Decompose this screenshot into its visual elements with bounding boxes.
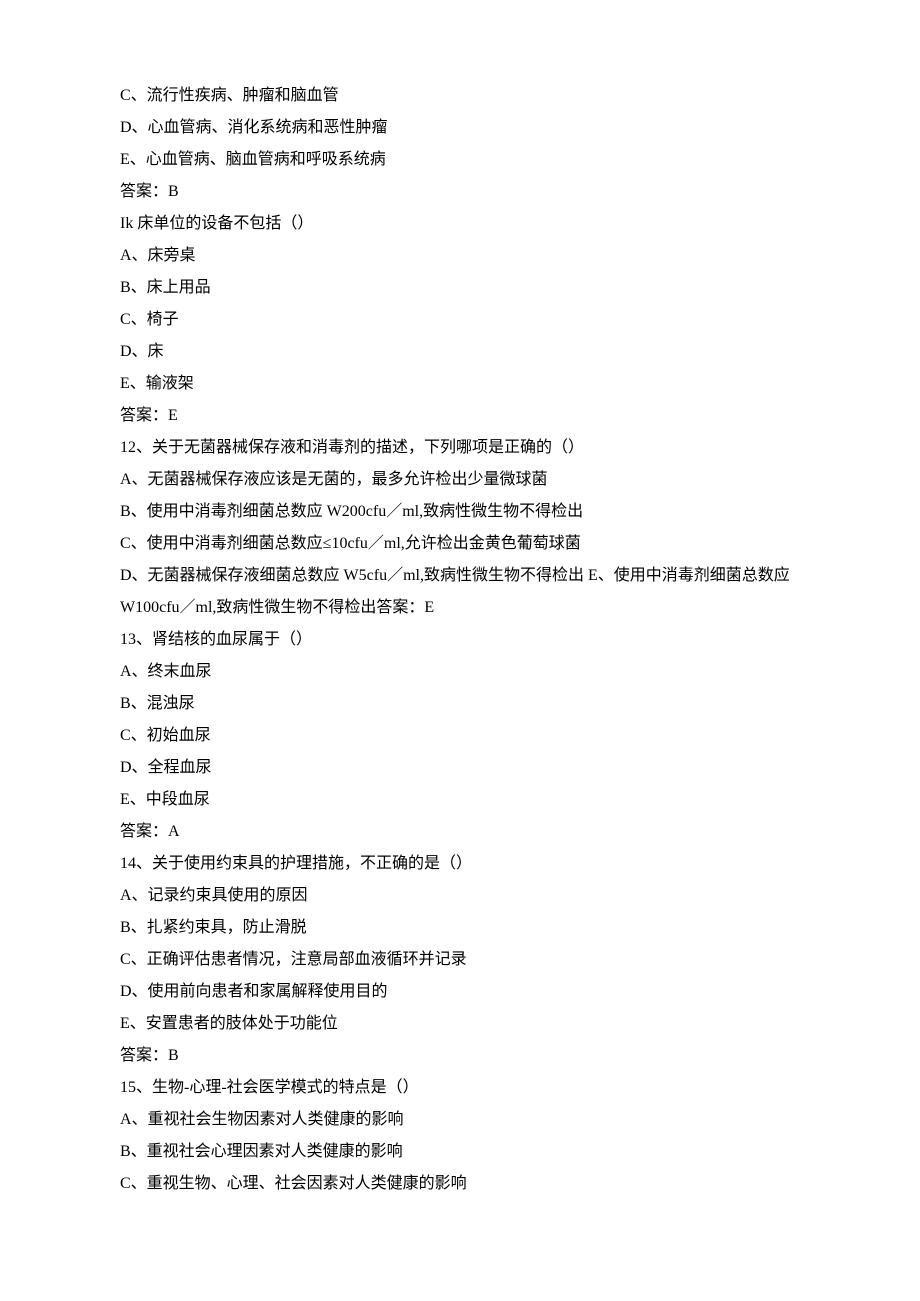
- q15-option-a: A、重视社会生物因素对人类健康的影响: [120, 1104, 800, 1136]
- q13-option-a: A、终末血尿: [120, 656, 800, 688]
- q13-option-d: D、全程血尿: [120, 752, 800, 784]
- q11-answer: 答案：E: [120, 400, 800, 432]
- document-page: C、流行性疾病、肿瘤和脑血管 D、心血管病、消化系统病和恶性肿瘤 E、心血管病、…: [0, 0, 920, 1280]
- q14-option-a: A、记录约束具使用的原因: [120, 880, 800, 912]
- q15-option-c: C、重视生物、心理、社会因素对人类健康的影响: [120, 1168, 800, 1200]
- q11-option-c: C、椅子: [120, 304, 800, 336]
- q11-option-a: A、床旁桌: [120, 240, 800, 272]
- q14-option-c: C、正确评估患者情况，注意局部血液循环并记录: [120, 944, 800, 976]
- q13-stem: 13、肾结核的血尿属于（）: [120, 624, 800, 656]
- q12-stem: 12、关于无菌器械保存液和消毒剂的描述，下列哪项是正确的（）: [120, 432, 800, 464]
- q12-option-c: C、使用中消毒剂细菌总数应≤10cfu／ml,允许检出金黄色葡萄球菌: [120, 528, 800, 560]
- q13-option-e: E、中段血尿: [120, 784, 800, 816]
- q13-option-c: C、初始血尿: [120, 720, 800, 752]
- q14-answer: 答案：B: [120, 1040, 800, 1072]
- q10-option-d: D、心血管病、消化系统病和恶性肿瘤: [120, 112, 800, 144]
- q10-answer: 答案：B: [120, 176, 800, 208]
- q12-option-a: A、无菌器械保存液应该是无菌的，最多允许检出少量微球菌: [120, 464, 800, 496]
- q15-option-b: B、重视社会心理因素对人类健康的影响: [120, 1136, 800, 1168]
- q11-option-e: E、输液架: [120, 368, 800, 400]
- q14-option-b: B、扎紧约束具，防止滑脱: [120, 912, 800, 944]
- q14-option-e: E、安置患者的肢体处于功能位: [120, 1008, 800, 1040]
- q13-option-b: B、混浊尿: [120, 688, 800, 720]
- q10-option-c: C、流行性疾病、肿瘤和脑血管: [120, 80, 800, 112]
- q11-option-d: D、床: [120, 336, 800, 368]
- q11-stem: Ik 床单位的设备不包括（）: [120, 208, 800, 240]
- q12-option-d-e-answer: D、无菌器械保存液细菌总数应 W5cfu／ml,致病性微生物不得检出 E、使用中…: [120, 560, 800, 624]
- q11-option-b: B、床上用品: [120, 272, 800, 304]
- q15-stem: 15、生物-心理-社会医学模式的特点是（）: [120, 1072, 800, 1104]
- q14-option-d: D、使用前向患者和家属解释使用目的: [120, 976, 800, 1008]
- q13-answer: 答案：A: [120, 816, 800, 848]
- q10-option-e: E、心血管病、脑血管病和呼吸系统病: [120, 144, 800, 176]
- q14-stem: 14、关于使用约束具的护理措施，不正确的是（）: [120, 848, 800, 880]
- q12-option-b: B、使用中消毒剂细菌总数应 W200cfu／ml,致病性微生物不得检出: [120, 496, 800, 528]
